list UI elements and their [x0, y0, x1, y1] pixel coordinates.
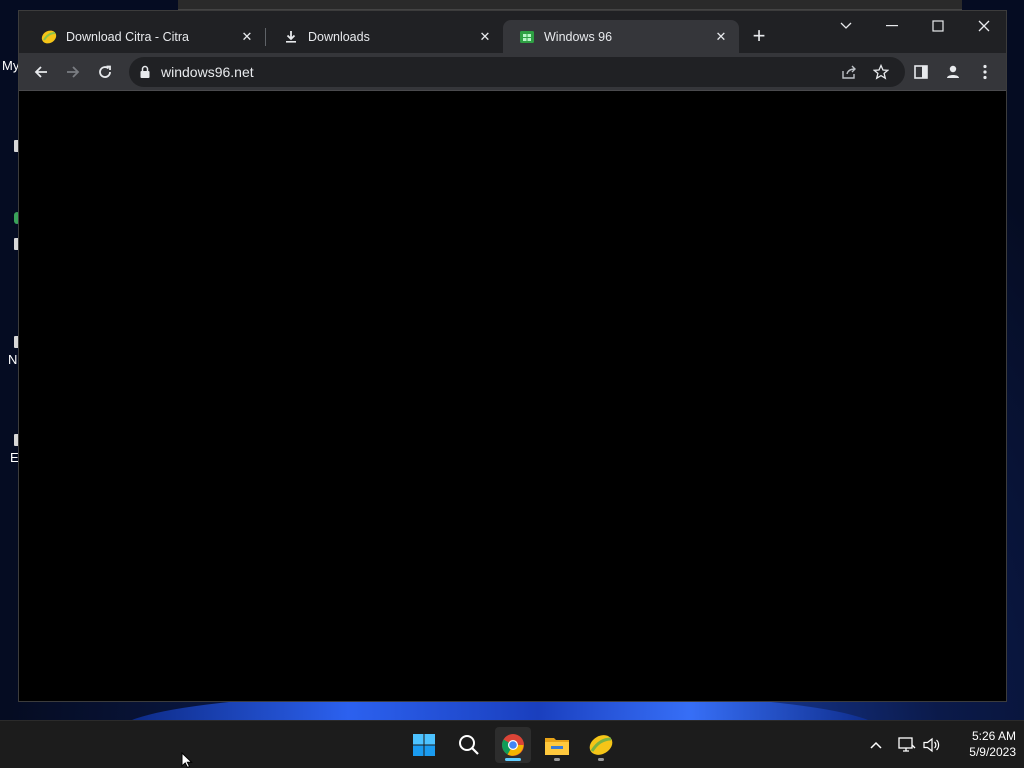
- speaker-icon: [923, 737, 940, 753]
- tab-downloads[interactable]: Downloads ✕: [267, 20, 503, 54]
- tab-strip: Download Citra - Citra ✕ Downloads ✕ Win…: [19, 11, 1007, 54]
- arrow-right-icon: [67, 66, 80, 78]
- search-icon: [459, 735, 479, 755]
- browser-toolbar: windows96.net: [19, 53, 1006, 91]
- active-indicator: [505, 758, 521, 761]
- profile-button[interactable]: [941, 60, 965, 84]
- citra-icon: [41, 30, 57, 44]
- chrome-icon: [502, 734, 524, 756]
- tab-search-button[interactable]: [823, 11, 869, 41]
- start-button[interactable]: [406, 727, 442, 763]
- network-status-button[interactable]: [897, 735, 917, 755]
- show-hidden-icons-button[interactable]: [866, 735, 886, 755]
- star-icon: [873, 64, 889, 80]
- address-bar[interactable]: windows96.net: [129, 57, 905, 87]
- tab-title: Downloads: [308, 30, 370, 44]
- tab-download-citra[interactable]: Download Citra - Citra ✕: [25, 20, 265, 54]
- tab-separator: [265, 28, 266, 46]
- windows-start-icon: [413, 734, 435, 756]
- tab-title: Download Citra - Citra: [66, 30, 189, 44]
- share-button[interactable]: [837, 60, 861, 84]
- maximize-icon: [932, 20, 944, 32]
- close-window-button[interactable]: [961, 11, 1007, 41]
- close-icon[interactable]: ✕: [239, 29, 255, 45]
- new-tab-button[interactable]: +: [747, 25, 771, 49]
- citra-icon: [589, 735, 613, 755]
- maximize-button[interactable]: [915, 11, 961, 41]
- reload-icon: [99, 65, 111, 78]
- system-clock[interactable]: 5:26 AM 5/9/2023: [944, 728, 1016, 760]
- browser-window: Download Citra - Citra ✕ Downloads ✕ Win…: [18, 10, 1007, 702]
- url-text[interactable]: windows96.net: [161, 57, 254, 87]
- search-button[interactable]: [451, 727, 487, 763]
- back-button[interactable]: [29, 60, 53, 84]
- taskbar-file-explorer[interactable]: [539, 727, 575, 763]
- windows96-icon: [520, 31, 534, 43]
- network-icon: [898, 737, 916, 752]
- running-indicator: [554, 758, 560, 761]
- tab-title: Windows 96: [544, 30, 613, 44]
- more-vert-icon: [983, 64, 987, 80]
- close-icon[interactable]: ✕: [477, 29, 493, 45]
- mouse-cursor-icon: [181, 752, 193, 768]
- download-icon: [286, 31, 296, 43]
- close-icon[interactable]: ✕: [713, 29, 729, 45]
- desktop-icons: My N E: [0, 56, 20, 476]
- taskbar-citra[interactable]: [583, 727, 619, 763]
- clock-date: 5/9/2023: [969, 745, 1016, 759]
- profile-icon: [947, 65, 959, 78]
- share-icon: [842, 65, 856, 79]
- forward-button[interactable]: [61, 60, 85, 84]
- running-indicator: [598, 758, 604, 761]
- desktop-icon-label[interactable]: My: [2, 58, 19, 73]
- volume-button[interactable]: [922, 735, 942, 755]
- desktop-icon-label[interactable]: N: [8, 352, 17, 367]
- taskbar-chrome[interactable]: [495, 727, 531, 763]
- lock-icon[interactable]: [139, 65, 151, 79]
- close-icon: [978, 20, 990, 32]
- clock-time: 5:26 AM: [971, 729, 1016, 743]
- chevron-down-icon: [840, 22, 852, 29]
- chevron-up-icon: [870, 741, 882, 749]
- side-panel-icon: [914, 65, 928, 79]
- reload-button[interactable]: [93, 60, 117, 84]
- side-panel-button[interactable]: [909, 60, 933, 84]
- menu-button[interactable]: [973, 60, 997, 84]
- arrow-left-icon: [34, 66, 47, 78]
- page-content[interactable]: [19, 91, 1006, 701]
- bookmark-button[interactable]: [869, 60, 893, 84]
- minimize-button[interactable]: [869, 11, 915, 41]
- minimize-icon: [886, 25, 898, 27]
- folder-icon: [545, 738, 569, 755]
- background-window-edge: [178, 0, 962, 10]
- taskbar: 5:26 AM 5/9/2023: [0, 720, 1024, 768]
- tab-windows96[interactable]: Windows 96 ✕: [503, 20, 739, 54]
